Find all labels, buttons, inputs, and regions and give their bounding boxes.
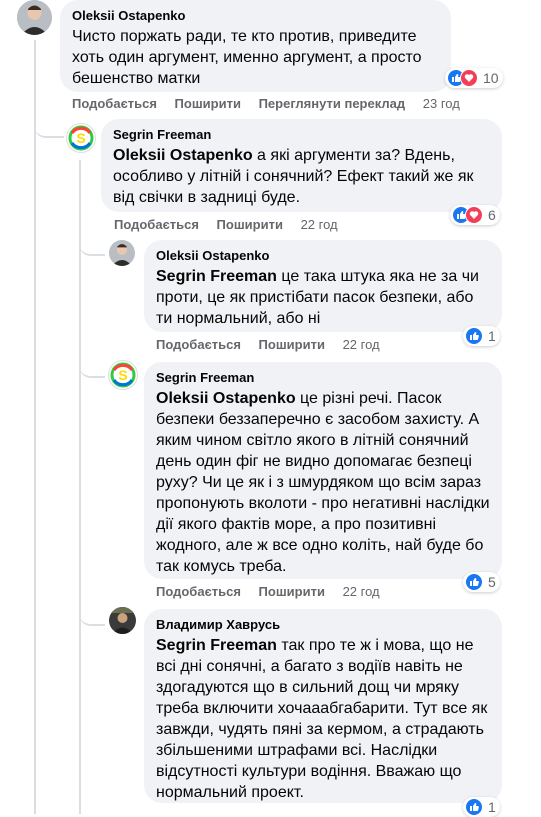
mention-link[interactable]: Oleksii Ostapenko	[156, 390, 296, 407]
comment-bubble: Segrin Freeman Oleksii Ostapenko а які а…	[101, 119, 502, 212]
thread-hook	[34, 110, 64, 138]
like-button[interactable]: Подобається	[72, 96, 157, 111]
avatar[interactable]	[109, 607, 136, 634]
avatar[interactable]	[109, 240, 135, 266]
comment-author[interactable]: Oleksii Ostapenko	[156, 248, 490, 264]
comment-author[interactable]: Segrin Freeman	[113, 127, 490, 143]
like-reaction-icon	[465, 798, 483, 816]
like-reaction-icon	[465, 327, 483, 345]
share-button[interactable]: Поширити	[259, 337, 325, 352]
reaction-summary[interactable]: 10	[445, 68, 503, 88]
mention-link[interactable]: Oleksii Ostapenko	[113, 147, 253, 164]
timestamp[interactable]: 22 год	[301, 217, 338, 232]
share-button[interactable]: Поширити	[217, 217, 283, 232]
comment-text: Segrin Freeman так про те ж і мова, що н…	[156, 637, 488, 801]
comment-actions: Подобається Поширити 22 год	[114, 217, 338, 232]
comment-actions: Подобається Поширити 22 год	[156, 337, 380, 352]
avatar[interactable]	[17, 0, 52, 35]
comment-author[interactable]: Владимир Хаврусь	[156, 617, 490, 633]
comment-bubble: Oleksii Ostapenko Segrin Freeman це така…	[144, 240, 502, 332]
share-button[interactable]: Поширити	[175, 96, 241, 111]
svg-text:S: S	[118, 367, 127, 383]
comment-author[interactable]: Oleksii Ostapenko	[72, 8, 439, 24]
timestamp[interactable]: 23 год	[423, 96, 460, 111]
thread-hook	[79, 228, 105, 256]
like-reaction-icon	[465, 573, 483, 591]
reaction-summary[interactable]: 1	[463, 326, 500, 346]
reaction-count: 1	[488, 799, 496, 815]
reaction-count: 6	[488, 207, 496, 223]
avatar[interactable]: S	[66, 123, 96, 153]
like-button[interactable]: Подобається	[156, 584, 241, 599]
avatar[interactable]: S	[108, 360, 138, 390]
thread-line-main	[34, 40, 36, 814]
mention-link[interactable]: Segrin Freeman	[156, 268, 277, 285]
svg-text:S: S	[76, 130, 85, 146]
colorful-logo-icon: S	[110, 362, 136, 388]
comment-actions: Подобається Поширити 22 год	[156, 584, 380, 599]
love-reaction-icon	[465, 206, 483, 224]
comment-text: Чисто поржать ради, те кто против, приве…	[72, 28, 422, 87]
see-translation-button[interactable]: Переглянути переклад	[259, 96, 406, 111]
thread-hook	[79, 598, 105, 626]
like-button[interactable]: Подобається	[156, 337, 241, 352]
user-photo-icon	[109, 607, 136, 634]
comment-bubble: Oleksii Ostapenko Чисто поржать ради, те…	[60, 0, 451, 92]
thread-hook	[79, 350, 105, 378]
mention-link[interactable]: Segrin Freeman	[156, 637, 277, 654]
reaction-count: 1	[488, 328, 496, 344]
comment-bubble: Владимир Хаврусь Segrin Freeman так про …	[144, 609, 502, 803]
reaction-summary[interactable]: 1	[463, 797, 500, 817]
comment-text: Oleksii Ostapenko це різні речі. Пасок б…	[156, 390, 490, 575]
reaction-count: 5	[488, 574, 496, 590]
timestamp[interactable]: 22 год	[343, 337, 380, 352]
comment-text: Segrin Freeman це така штука яка не за ч…	[156, 268, 479, 327]
share-button[interactable]: Поширити	[259, 584, 325, 599]
love-reaction-icon	[460, 69, 478, 87]
user-photo-icon	[109, 240, 135, 266]
like-button[interactable]: Подобається	[114, 217, 199, 232]
comment-bubble: Segrin Freeman Oleksii Ostapenko це різн…	[144, 362, 502, 579]
colorful-logo-icon: S	[68, 125, 94, 151]
reaction-count: 10	[483, 70, 499, 86]
reaction-summary[interactable]: 6	[450, 205, 500, 225]
comment-text: Oleksii Ostapenko а які аргументи за? Вд…	[113, 147, 474, 206]
thread-line-reply	[79, 160, 81, 814]
user-photo-icon	[17, 0, 52, 35]
timestamp[interactable]: 22 год	[343, 584, 380, 599]
reaction-summary[interactable]: 5	[463, 572, 500, 592]
comment-actions: Подобається Поширити Переглянути перекла…	[72, 96, 460, 111]
comment-author[interactable]: Segrin Freeman	[156, 370, 490, 386]
